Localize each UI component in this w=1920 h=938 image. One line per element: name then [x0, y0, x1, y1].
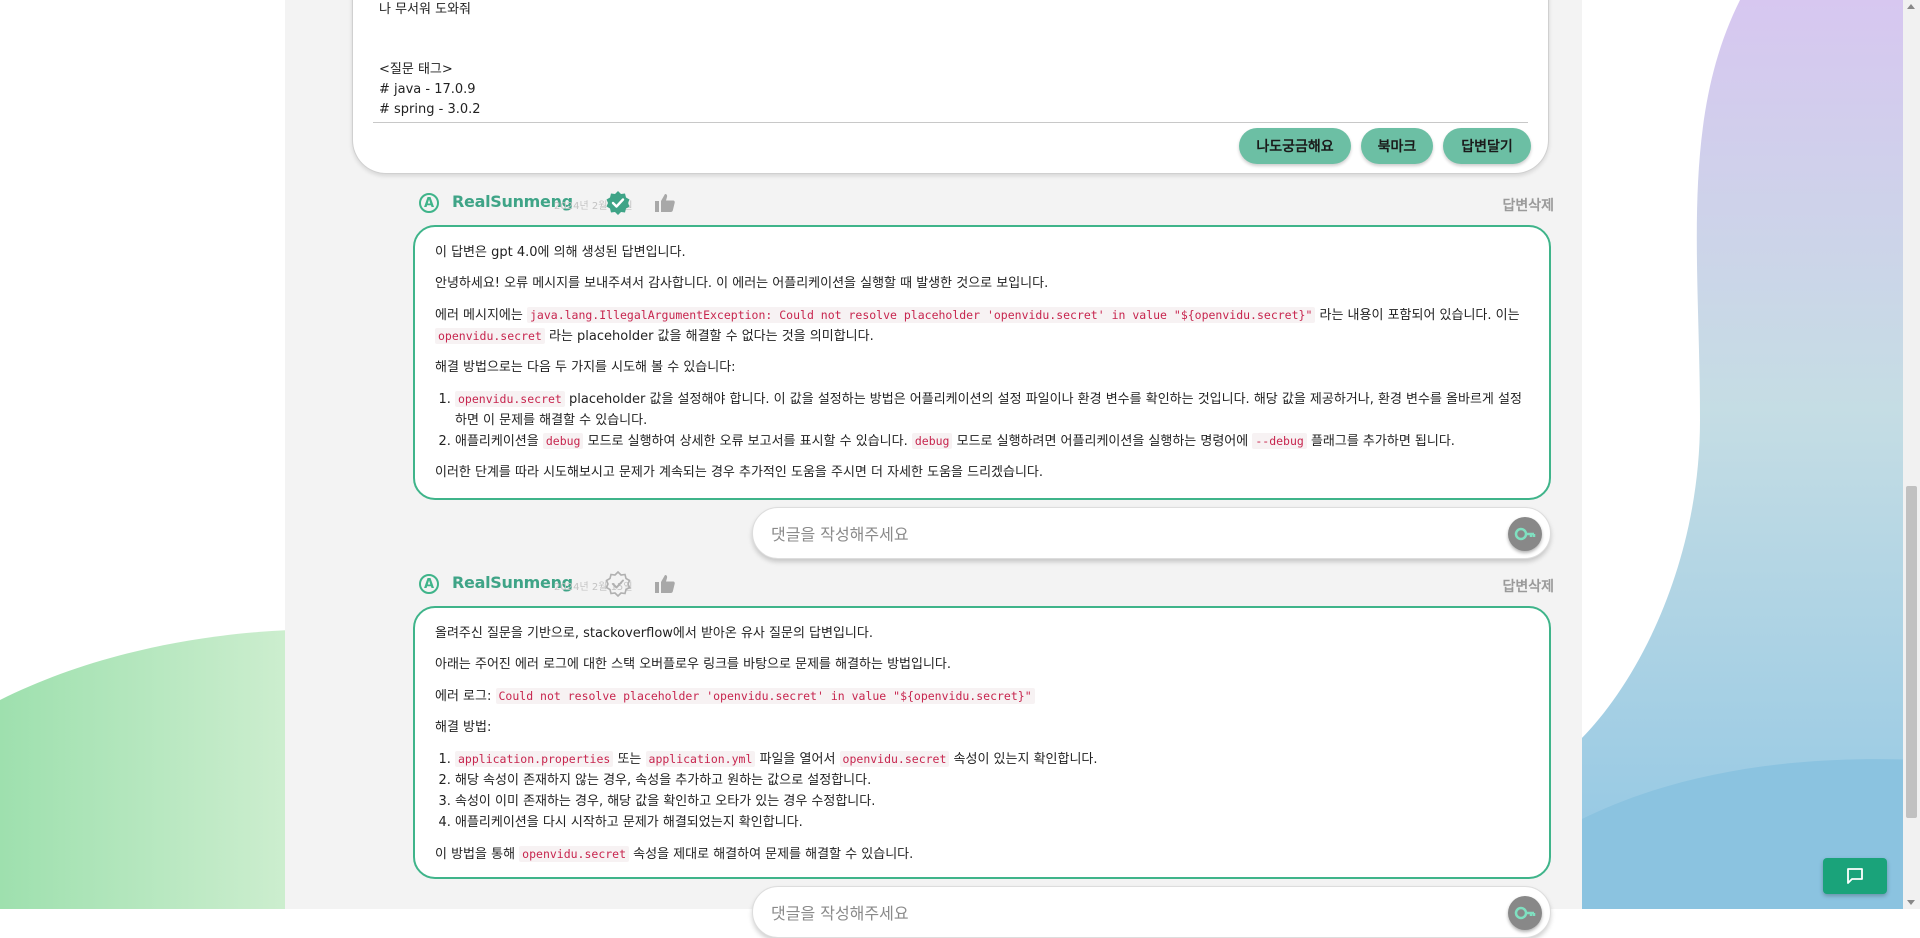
scrollbar[interactable]	[1903, 0, 1920, 909]
inline-code: application.yml	[645, 751, 756, 767]
answer-text: 또는	[613, 752, 646, 767]
inline-code: openvidu.secret	[435, 328, 545, 344]
answer-paragraph: 에러 로그: Could not resolve placeholder 'op…	[435, 686, 1529, 707]
delete-answer-link[interactable]: 답변삭제	[1502, 195, 1554, 215]
avatar: A	[419, 193, 439, 213]
comment-bar	[752, 886, 1551, 938]
answer-text: 해당 속성이 존재하지 않는 경우, 속성을 추가하고 원하는 값으로 설정합니…	[455, 773, 872, 788]
question-card: 나 무서워 도와줘 <질문 태그> # java - 17.0.9 # spri…	[352, 0, 1549, 174]
scroll-up-arrow[interactable]	[1907, 4, 1915, 9]
answer-paragraph: 이 방법을 통해 openvidu.secret 속성을 제대로 해결하여 문제…	[435, 844, 1529, 865]
question-line	[379, 20, 481, 40]
unverified-check-icon[interactable]	[605, 571, 631, 597]
question-line: <질문 태그>	[379, 62, 453, 77]
answer-paragraph: 에러 메시지에는 java.lang.IllegalArgumentExcept…	[435, 305, 1529, 347]
list-item: 애플리케이션을 다시 시작하고 문제가 해결되었는지 확인합니다.	[455, 812, 1529, 833]
answer-text: 에러 메시지에는	[435, 308, 527, 323]
answer-text: 속성이 이미 존재하는 경우, 해당 값을 확인하고 오타가 있는 경우 수정합…	[455, 794, 876, 809]
comment-input[interactable]	[769, 899, 1473, 927]
question-line	[379, 40, 481, 60]
main-content: 나 무서워 도와줘 <질문 태그> # java - 17.0.9 # spri…	[285, 0, 1582, 938]
answer-paragraph: 해결 방법으로는 다음 두 가지를 시도해 볼 수 있습니다:	[435, 358, 1529, 378]
list-item: application.properties 또는 application.ym…	[455, 749, 1529, 770]
solution-list: openvidu.secret placeholder 값을 설정해야 합니다.…	[435, 389, 1529, 452]
answer-paragraph: 안녕하세요! 오류 메시지를 보내주셔서 감사합니다. 이 에러는 어플리케이션…	[435, 274, 1529, 294]
answer-text: 안녕하세요! 오류 메시지를 보내주셔서 감사합니다. 이 에러는 어플리케이션…	[435, 276, 1049, 291]
answer-text: 모드로 실행하여 상세한 오류 보고서를 표시할 수 있습니다.	[583, 434, 912, 449]
answer-content: 올려주신 질문을 기반으로, stackoverflow에서 받아온 유사 질문…	[413, 606, 1551, 879]
answer-text: 해결 방법으로는 다음 두 가지를 시도해 볼 수 있습니다:	[435, 360, 736, 375]
question-line: 나 무서워 도와줘	[379, 2, 471, 17]
bookmark-button[interactable]: 북마크	[1361, 128, 1433, 164]
scroll-down-arrow[interactable]	[1907, 900, 1915, 905]
answer-text: 라는 내용이 포함되어 있습니다. 이는	[1315, 308, 1520, 323]
question-line: # java - 17.0.9	[379, 82, 476, 97]
answer-header: A RealSunmeng 2024년 2월 15일 답변삭제	[417, 571, 1554, 601]
chat-button[interactable]	[1823, 858, 1887, 894]
list-item: 해당 속성이 존재하지 않는 경우, 속성을 추가하고 원하는 값으로 설정합니…	[455, 770, 1529, 791]
inline-code: --debug	[1252, 433, 1307, 449]
answer-text: placeholder 값을 설정해야 합니다. 이 값을 설정하는 방법은 어…	[455, 392, 1522, 428]
avatar: A	[419, 574, 439, 594]
answer-paragraph: 아래는 주어진 에러 로그에 대한 스택 오버플로우 링크를 바탕으로 문제를 …	[435, 655, 1529, 675]
answer-text: 올려주신 질문을 기반으로, stackoverflow에서 받아온 유사 질문…	[435, 626, 873, 641]
answer-paragraph: 올려주신 질문을 기반으로, stackoverflow에서 받아온 유사 질문…	[435, 624, 1529, 644]
inline-code: java.lang.IllegalArgumentException: Coul…	[527, 307, 1316, 323]
list-item: openvidu.secret placeholder 값을 설정해야 합니다.…	[455, 389, 1529, 431]
list-item: 애플리케이션을 debug 모드로 실행하여 상세한 오류 보고서를 표시할 수…	[455, 431, 1529, 452]
answer-content: 이 답변은 gpt 4.0에 의해 생성된 답변입니다. 안녕하세요! 오류 메…	[413, 225, 1551, 500]
answer-text: 속성을 제대로 해결하여 문제를 해결할 수 있습니다.	[629, 847, 914, 862]
answer-text: 해결 방법:	[435, 720, 492, 735]
verified-check-icon[interactable]	[605, 190, 631, 216]
answer-paragraph: 해결 방법:	[435, 718, 1529, 738]
question-divider	[373, 122, 1528, 123]
answer-text: 에러 로그:	[435, 689, 496, 704]
answer-text: 모드로 실행하려면 어플리케이션을 실행하는 명령어에	[952, 434, 1253, 449]
answer-text: 라는 placeholder 값을 해결할 수 없다는 것을 의미합니다.	[544, 329, 874, 344]
inline-code: debug	[542, 433, 584, 449]
chat-icon	[1847, 868, 1863, 884]
inline-code: openvidu.secret	[519, 846, 630, 862]
answer-text: 이 방법을 통해	[435, 847, 520, 862]
answer-paragraph: 이러한 단계를 따라 시도해보시고 문제가 계속되는 경우 추가적인 도움을 주…	[435, 463, 1529, 483]
answer-text: 이러한 단계를 따라 시도해보시고 문제가 계속되는 경우 추가적인 도움을 주…	[435, 465, 1044, 480]
inline-code: application.properties	[455, 751, 614, 767]
inline-code: Could not resolve placeholder 'openvidu.…	[495, 688, 1035, 704]
scrollbar-thumb[interactable]	[1906, 486, 1917, 818]
inline-code: openvidu.secret	[455, 391, 565, 407]
comment-bar	[752, 507, 1551, 559]
solution-list: application.properties 또는 application.ym…	[435, 749, 1529, 833]
curious-button[interactable]: 나도궁금해요	[1239, 128, 1351, 164]
key-icon	[1514, 906, 1536, 920]
answer-header: A RealSunmeng 2024년 2월 15일 답변삭제	[417, 190, 1554, 220]
thumbs-up-icon[interactable]	[653, 572, 677, 596]
answer-paragraph: 이 답변은 gpt 4.0에 의해 생성된 답변입니다.	[435, 243, 1529, 263]
send-comment-button[interactable]	[1508, 517, 1542, 551]
answer-text: 속성이 있는지 확인합니다.	[949, 752, 1098, 767]
answer-text: 플래그를 추가하면 됩니다.	[1306, 434, 1455, 449]
question-line: # spring - 3.0.2	[379, 102, 481, 117]
thumbs-up-icon[interactable]	[653, 191, 677, 215]
list-item: 속성이 이미 존재하는 경우, 해당 값을 확인하고 오타가 있는 경우 수정합…	[455, 791, 1529, 812]
answer-text: 애플리케이션을 다시 시작하고 문제가 해결되었는지 확인합니다.	[455, 815, 803, 830]
delete-answer-link[interactable]: 답변삭제	[1502, 576, 1554, 596]
inline-code: openvidu.secret	[839, 751, 950, 767]
answer-text: 이 답변은 gpt 4.0에 의해 생성된 답변입니다.	[435, 245, 686, 260]
send-comment-button[interactable]	[1508, 896, 1542, 930]
question-body: 나 무서워 도와줘 <질문 태그> # java - 17.0.9 # spri…	[379, 0, 481, 120]
answer-text: 파일을 열어서	[755, 752, 840, 767]
inline-code: debug	[911, 433, 953, 449]
key-icon	[1514, 527, 1536, 541]
reply-button[interactable]: 답변달기	[1443, 128, 1531, 164]
answer-text: 애플리케이션을	[455, 434, 543, 449]
answer-text: 아래는 주어진 에러 로그에 대한 스택 오버플로우 링크를 바탕으로 문제를 …	[435, 657, 952, 672]
comment-input[interactable]	[769, 520, 1473, 548]
